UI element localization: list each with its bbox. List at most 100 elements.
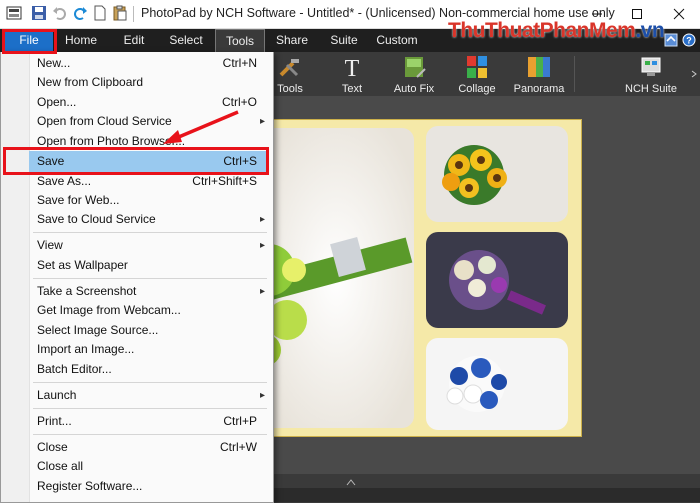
pointer-arrow-icon — [163, 110, 239, 144]
submenu-arrow-icon: ▸ — [259, 286, 265, 297]
tab-suite[interactable]: Suite — [322, 29, 366, 52]
menu-separator — [33, 232, 267, 233]
svg-text:?: ? — [686, 36, 692, 46]
tab-tools[interactable]: Tools — [215, 29, 265, 52]
menu-item-import-image[interactable]: Import an Image... — [29, 340, 269, 359]
menu-item-save-to-cloud[interactable]: Save to Cloud Service ▸ — [29, 210, 269, 229]
menu-item-label: Take a Screenshot — [37, 284, 137, 298]
watermark: ThuThuatPhanMem.vn — [448, 19, 665, 43]
menu-item-label: Close — [37, 440, 68, 454]
collage-label: Collage — [458, 83, 496, 95]
menu-separator — [33, 382, 267, 383]
submenu-arrow-icon: ▸ — [259, 214, 265, 225]
auto-fix-button[interactable]: Auto Fix — [391, 52, 437, 96]
file-tab-highlight — [2, 29, 57, 54]
menu-item-label: Print... — [37, 414, 72, 428]
menu-item-label: Open... — [37, 95, 77, 109]
menu-item-shortcut: Ctrl+N — [222, 56, 257, 70]
panorama-button[interactable]: Panorama — [513, 52, 565, 96]
ribbon-toggle-icon[interactable] — [664, 33, 678, 47]
menu-item-label: Set as Wallpaper — [37, 258, 128, 272]
expand-icon[interactable] — [346, 478, 356, 486]
submenu-arrow-icon: ▸ — [259, 390, 265, 401]
menu-item-label: Launch — [37, 388, 77, 402]
menu-separator — [33, 408, 267, 409]
svg-text:T: T — [345, 56, 360, 79]
watermark-part-2: PhanMem — [539, 19, 636, 42]
tools-icon — [279, 59, 299, 77]
panorama-icon — [528, 57, 550, 77]
undo-icon[interactable] — [52, 5, 68, 21]
tab-custom[interactable]: Custom — [372, 29, 422, 52]
menu-item-label: New from Clipboard — [37, 75, 144, 89]
collage-button[interactable]: Collage — [455, 52, 499, 96]
horizontal-scrollbar[interactable] — [274, 488, 700, 502]
text-button[interactable]: T Text — [333, 52, 371, 96]
menu-item-print[interactable]: Print... Ctrl+P — [29, 412, 269, 431]
menu-item-shortcut: Ctrl+P — [223, 414, 257, 428]
menu-item-save-for-web[interactable]: Save for Web... — [29, 191, 269, 210]
menu-item-set-as-wallpaper[interactable]: Set as Wallpaper — [29, 256, 269, 275]
menu-item-label: New... — [37, 56, 71, 70]
auto-fix-icon — [405, 57, 426, 78]
save-item-highlight — [3, 147, 269, 175]
nch-suite-button[interactable]: NCH Suite — [625, 52, 677, 96]
redo-icon[interactable] — [72, 5, 88, 21]
ribbon-scroll-icon[interactable] — [690, 70, 698, 78]
text-label: Text — [341, 83, 363, 95]
collage-canvas[interactable] — [258, 119, 582, 437]
menu-separator — [33, 278, 267, 279]
tab-home[interactable]: Home — [58, 29, 104, 52]
menu-item-label: Close all — [37, 459, 84, 473]
menu-item-close-all[interactable]: Close all — [29, 457, 269, 476]
tab-select[interactable]: Select — [163, 29, 209, 52]
menu-item-select-image-source[interactable]: Select Image Source... — [29, 321, 269, 340]
menu-item-label: Save for Web... — [37, 193, 120, 207]
menu-item-get-image-from-webcam[interactable]: Get Image from Webcam... — [29, 301, 269, 320]
window-title: PhotoPad by NCH Software - Untitled* - (… — [141, 6, 615, 20]
collage-image — [259, 120, 581, 436]
menu-item-label: Save to Cloud Service — [37, 212, 156, 226]
new-document-icon[interactable] — [92, 5, 108, 21]
panorama-label: Panorama — [513, 83, 565, 95]
menu-item-batch-editor[interactable]: Batch Editor... — [29, 360, 269, 379]
menu-item-view[interactable]: View ▸ — [29, 236, 269, 255]
close-icon — [673, 8, 685, 20]
menu-item-label: Select Image Source... — [37, 323, 159, 337]
watermark-part-3: .vn — [635, 19, 665, 42]
menu-item-launch[interactable]: Launch ▸ — [29, 386, 269, 405]
menu-item-new-from-clipboard[interactable]: New from Clipboard — [29, 73, 269, 92]
app-icon[interactable] — [6, 5, 22, 21]
menu-item-label: Batch Editor... — [37, 362, 112, 376]
menu-item-label: View — [37, 238, 63, 252]
ribbon-divider — [574, 56, 575, 92]
menu-item-label: Import an Image... — [37, 342, 135, 356]
submenu-arrow-icon: ▸ — [259, 240, 265, 251]
menu-item-label: Register Software... — [37, 479, 143, 493]
save-icon[interactable] — [31, 5, 47, 21]
title-divider — [133, 6, 134, 22]
collage-icon — [467, 56, 487, 78]
menu-item-close[interactable]: Close Ctrl+W — [29, 438, 269, 457]
menu-item-register-software[interactable]: Register Software... — [29, 477, 269, 496]
auto-fix-label: Auto Fix — [393, 83, 435, 95]
status-bar — [274, 474, 700, 503]
tools-label: Tools — [277, 83, 303, 95]
close-window-button[interactable] — [664, 3, 694, 25]
paste-icon[interactable] — [112, 5, 128, 21]
submenu-arrow-icon: ▸ — [259, 116, 265, 127]
menu-item-new[interactable]: New... Ctrl+N — [29, 54, 269, 73]
menu-item-take-screenshot[interactable]: Take a Screenshot ▸ — [29, 282, 269, 301]
watermark-part-1: ThuThuat — [448, 19, 540, 42]
menu-separator — [33, 434, 267, 435]
text-icon: T — [345, 56, 360, 82]
nch-suite-icon — [641, 57, 661, 76]
help-icon[interactable]: ? — [682, 33, 696, 47]
menu-item-shortcut: Ctrl+W — [220, 440, 257, 454]
tools-button[interactable]: Tools — [270, 52, 310, 96]
menu-item-label: Get Image from Webcam... — [37, 303, 181, 317]
tab-share[interactable]: Share — [270, 29, 314, 52]
menu-gutter — [1, 52, 30, 502]
menu-item-label: Open from Cloud Service — [37, 114, 172, 128]
tab-edit[interactable]: Edit — [112, 29, 156, 52]
